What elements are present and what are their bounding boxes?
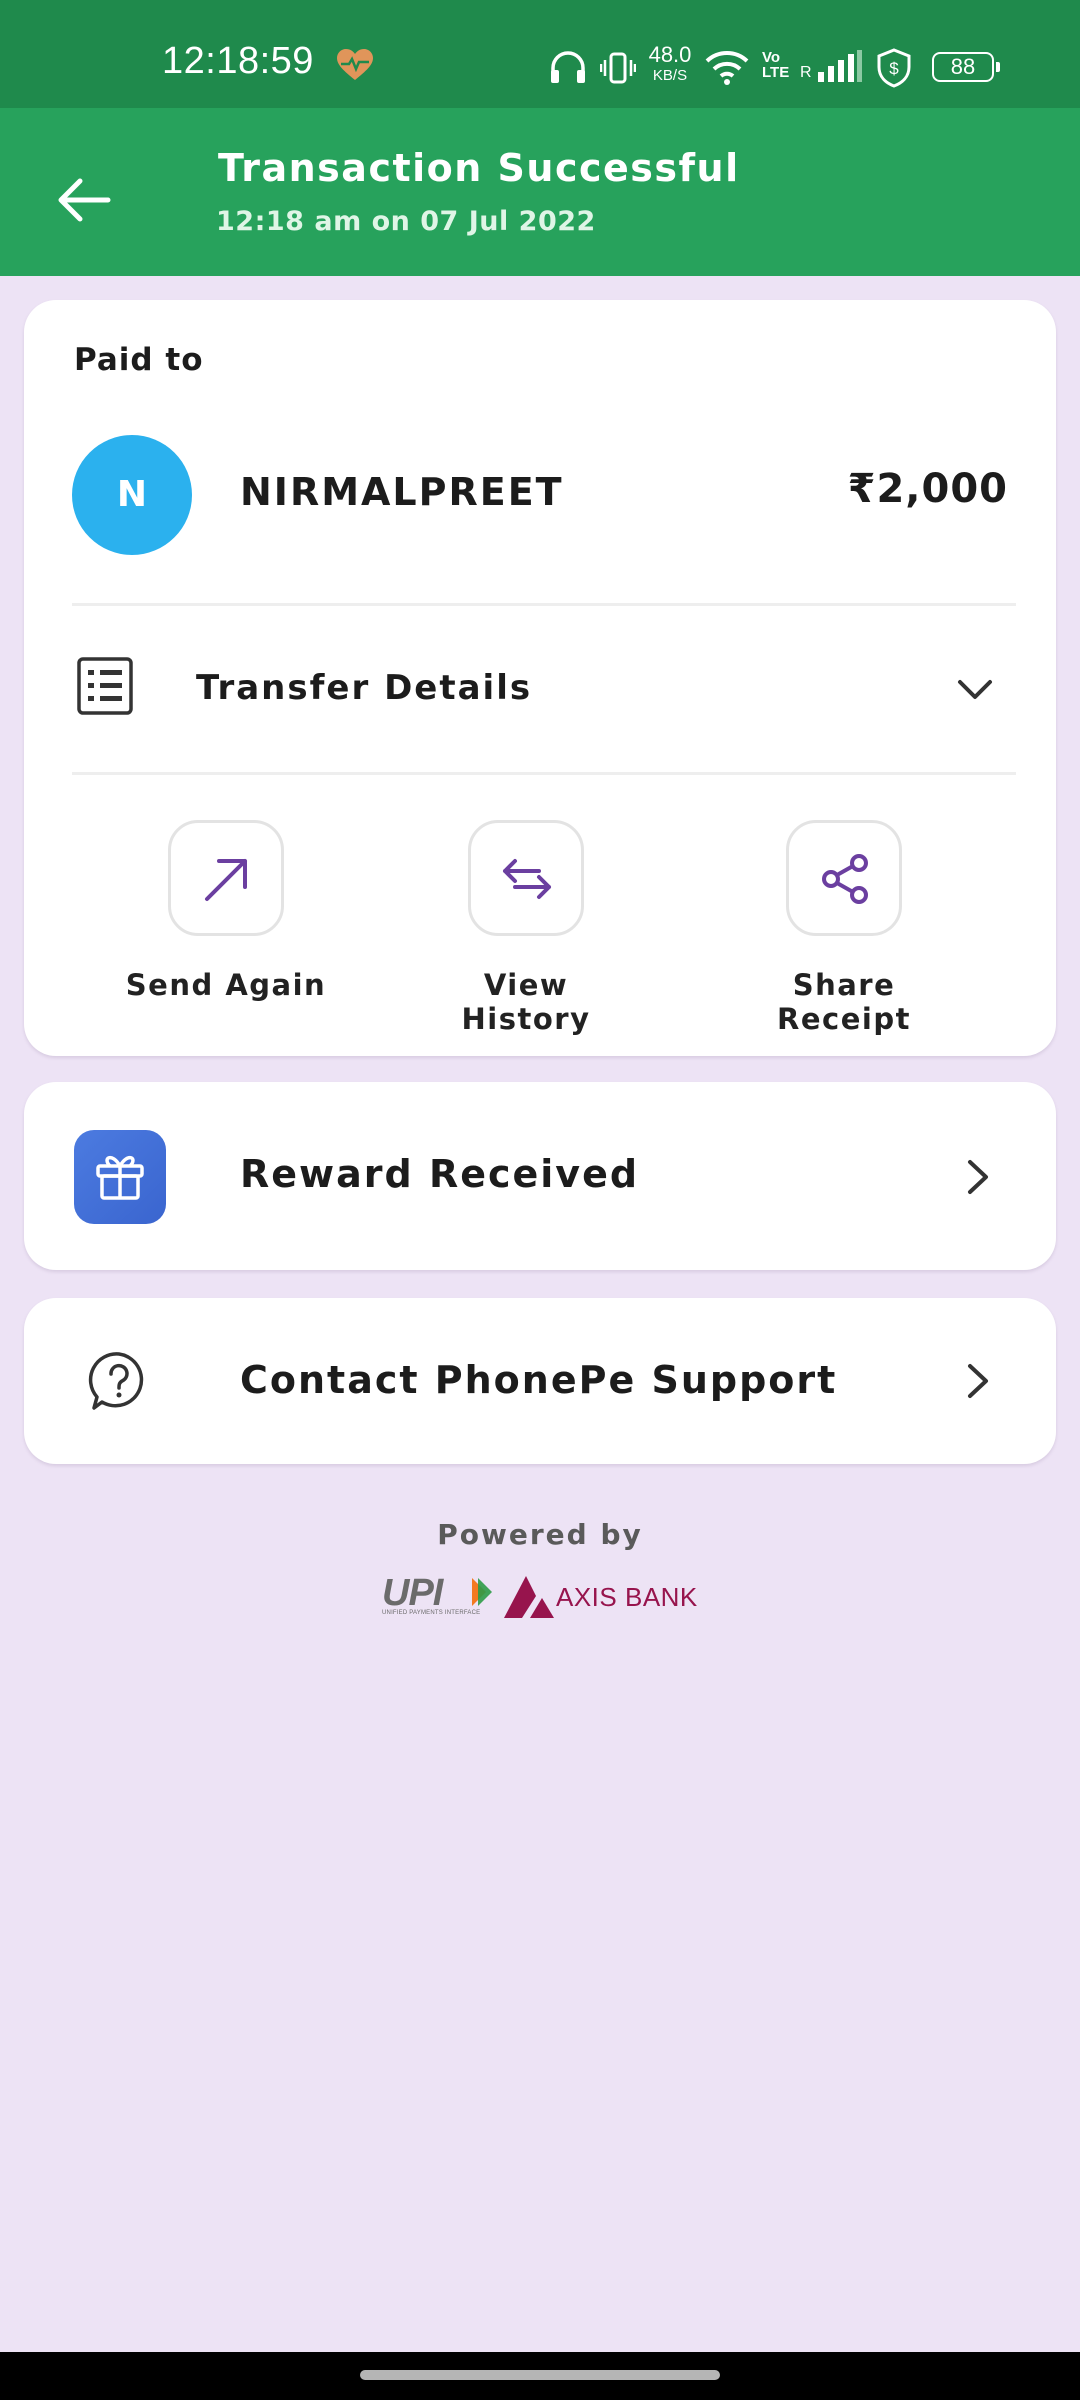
- axis-bank-logo-icon: [504, 1576, 554, 1618]
- arrow-up-right-icon: [205, 859, 247, 901]
- chevron-down-icon[interactable]: [954, 668, 996, 710]
- system-nav-bar: [0, 2352, 1080, 2400]
- chevron-right-icon: [968, 1160, 988, 1194]
- vibrate-icon: [600, 52, 636, 84]
- transaction-datetime: 12:18 am on 07 Jul 2022: [216, 206, 596, 237]
- transaction-card: Paid to N NIRMALPREET ₹2,000 Transfer De…: [24, 300, 1056, 1056]
- chevron-right-icon: [968, 1364, 988, 1398]
- page-title: Transaction Successful: [218, 146, 740, 190]
- powered-by-label: Powered by: [437, 1518, 643, 1551]
- gift-badge: [74, 1130, 166, 1224]
- amount: ₹2,000: [847, 466, 1008, 512]
- contact-support-row[interactable]: Contact PhonePe Support: [24, 1298, 1056, 1464]
- signal-icon: [818, 50, 862, 82]
- partner-logos: UPI UNIFIED PAYMENTS INTERFACE AXIS BANK: [378, 1572, 698, 1622]
- payee-name: NIRMALPREET: [240, 470, 564, 514]
- upi-logo: UPI: [382, 1572, 443, 1614]
- app-header: Transaction Successful 12:18 am on 07 Ju…: [0, 108, 1080, 276]
- volte-indicator: Vo LTE: [762, 49, 790, 81]
- home-gesture-handle[interactable]: [360, 2370, 720, 2380]
- status-bar: 12:18:59 48.0 KB/S Vo LTE R $ 88: [0, 0, 1080, 108]
- receipt-list-icon: [77, 657, 133, 715]
- paid-to-label: Paid to: [74, 342, 204, 378]
- action-buttons: Send Again View History Share Receipt: [24, 820, 1056, 1036]
- headphones-icon: [551, 51, 585, 83]
- battery-indicator: 88: [932, 52, 1000, 82]
- swap-arrows-icon: [503, 859, 551, 899]
- send-again-button[interactable]: Send Again: [116, 820, 336, 1020]
- share-receipt-label: Share Receipt: [777, 968, 911, 1036]
- share-icon: [822, 854, 868, 904]
- share-receipt-button[interactable]: Share Receipt: [734, 820, 954, 1036]
- net-speed: 48.0 KB/S: [648, 42, 692, 84]
- axis-bank-name: AXIS BANK: [556, 1582, 698, 1612]
- divider: [72, 772, 1016, 775]
- contact-support-label: Contact PhonePe Support: [240, 1358, 838, 1402]
- back-arrow-icon[interactable]: [48, 164, 120, 236]
- status-time: 12:18:59: [162, 40, 314, 82]
- roaming-indicator: R: [800, 64, 812, 81]
- upi-arrow-icon: [472, 1578, 492, 1606]
- view-history-label: View History: [461, 968, 591, 1036]
- transfer-details-row[interactable]: Transfer Details: [24, 606, 1056, 772]
- avatar: N: [72, 435, 192, 555]
- help-circle-icon: [88, 1352, 144, 1410]
- send-again-label: Send Again: [125, 968, 327, 1002]
- reward-received-row[interactable]: Reward Received: [24, 1082, 1056, 1270]
- view-history-button[interactable]: View History: [416, 820, 636, 1036]
- reward-received-label: Reward Received: [240, 1152, 640, 1196]
- upi-subtext: UNIFIED PAYMENTS INTERFACE: [382, 1610, 481, 1616]
- wifi-icon: [705, 51, 749, 85]
- dollar-shield-icon: $: [877, 48, 911, 88]
- svg-text:$: $: [889, 59, 899, 78]
- gift-icon: [96, 1155, 144, 1200]
- transfer-details-label: Transfer Details: [196, 668, 533, 708]
- heart-rate-icon: [337, 49, 373, 80]
